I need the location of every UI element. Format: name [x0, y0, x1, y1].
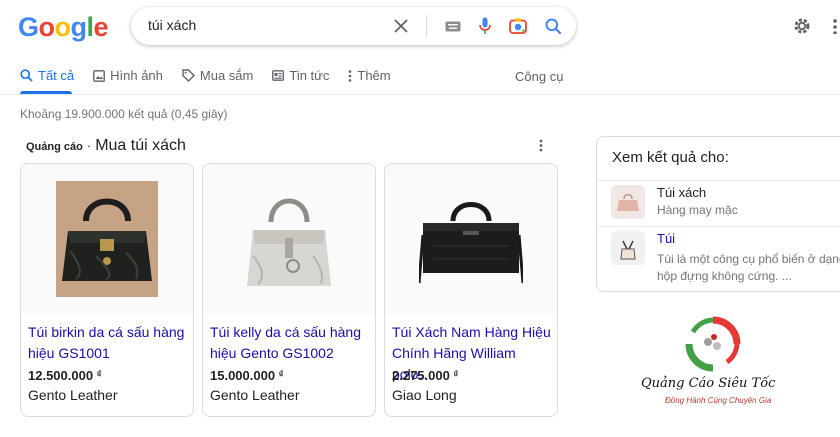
search-divider: [426, 15, 427, 37]
search-input[interactable]: túi xách: [148, 17, 196, 33]
gear-icon[interactable]: [792, 16, 812, 36]
tab-label: Thêm: [357, 68, 391, 83]
microphone-icon[interactable]: [479, 17, 491, 35]
price-value: 15.000.000: [210, 368, 276, 383]
search-tabs: Tất cả Hình ảnh Mua sắm Tin tức Thêm: [20, 68, 410, 83]
tab-shopping[interactable]: Mua sắm: [182, 68, 253, 83]
tab-label: Mua sắm: [199, 68, 254, 83]
product-store: Gento Leather: [210, 387, 300, 403]
product-price: 15.000.000 ₫: [210, 368, 283, 383]
apps-grid-icon[interactable]: [832, 18, 840, 34]
tab-news[interactable]: Tin tức: [272, 68, 329, 83]
suggestion-description: Túi là một công cụ phổ biến ở dạng hộp đ…: [657, 251, 840, 285]
panel-title: Xem kết quả cho:: [612, 149, 729, 166]
suggestion-thumbnail: [611, 185, 645, 219]
product-card[interactable]: Túi kelly da cá sấu hàng hiệu Gento GS10…: [202, 163, 376, 417]
panel-divider: [597, 180, 840, 181]
product-price: 12.500.000 ₫: [28, 368, 101, 383]
product-card[interactable]: Túi Xách Nam Hàng Hiệu Chính Hãng Willia…: [384, 163, 558, 417]
tab-label: Tất cả: [38, 68, 75, 83]
google-logo[interactable]: Google: [18, 12, 109, 43]
suggestion-item[interactable]: Túi Túi là một công cụ phổ biến ở dạng h…: [611, 231, 840, 287]
tab-more[interactable]: Thêm: [348, 68, 391, 83]
watermark-logo: Quảng Cáo Siêu Tốc Đồng Hành Cùng Chuyên…: [625, 316, 795, 416]
currency-symbol: ₫: [96, 369, 102, 379]
panel-divider: [597, 226, 840, 227]
logo-letter: g: [70, 12, 88, 42]
search-icon: [20, 69, 33, 82]
product-card[interactable]: Túi birkin da cá sấu hàng hiệu GS1001 12…: [20, 163, 194, 417]
watermark-emblem-icon: [685, 316, 741, 372]
currency-symbol: ₫: [278, 369, 284, 379]
ads-header: Quảng cáo · Mua túi xách: [26, 137, 186, 155]
suggestion-item[interactable]: Túi xách Hàng may mặc: [611, 185, 840, 223]
tag-icon: [182, 69, 195, 82]
product-image[interactable]: [385, 164, 557, 314]
currency-symbol: ₫: [453, 369, 459, 379]
tab-label: Tin tức: [289, 68, 330, 83]
clear-icon[interactable]: [394, 19, 408, 33]
news-icon: [272, 70, 285, 81]
product-price: 2.275.000 ₫: [392, 368, 458, 383]
product-image[interactable]: [203, 164, 375, 314]
search-box[interactable]: túi xách: [131, 7, 576, 45]
price-value: 2.275.000: [392, 368, 450, 383]
watermark-title: Quảng Cáo Siêu Tốc: [641, 376, 776, 391]
product-store: Gento Leather: [28, 387, 118, 403]
ads-label: Quảng cáo: [26, 141, 83, 153]
watermark-tagline: Đồng Hành Cùng Chuyên Gia: [665, 396, 772, 405]
search-icon[interactable]: [545, 18, 562, 35]
logo-letter: G: [18, 12, 39, 42]
image-icon: [93, 69, 106, 82]
suggestion-name[interactable]: Túi: [657, 231, 675, 246]
keyboard-icon[interactable]: [445, 21, 461, 32]
result-stats: Khoảng 19.900.000 kết quả (0,45 giây): [20, 107, 228, 121]
suggestion-thumbnail: [611, 231, 645, 265]
product-title[interactable]: Túi kelly da cá sấu hàng hiệu Gento GS10…: [210, 322, 372, 364]
logo-letter: e: [93, 12, 109, 42]
description-line: hộp đựng không cứng. ...: [657, 269, 792, 283]
suggestion-subtitle: Hàng may mặc: [657, 203, 738, 217]
tab-images[interactable]: Hình ảnh: [93, 68, 163, 83]
more-vert-icon: [348, 69, 352, 82]
price-value: 12.500.000: [28, 368, 94, 383]
tab-all[interactable]: Tất cả: [20, 68, 74, 83]
product-store: Giao Long: [392, 387, 457, 403]
product-title[interactable]: Túi birkin da cá sấu hàng hiệu GS1001: [28, 322, 190, 364]
more-options-icon[interactable]: [539, 139, 543, 152]
tab-label: Hình ảnh: [110, 68, 163, 83]
see-results-panel: Xem kết quả cho: Túi xách Hàng may mặc T…: [596, 136, 840, 292]
ads-title: Mua túi xách: [95, 137, 186, 154]
logo-letter: o: [54, 12, 72, 42]
ads-separator: ·: [86, 138, 92, 153]
suggestion-name[interactable]: Túi xách: [657, 185, 706, 200]
header-divider: [0, 94, 840, 95]
camera-lens-icon[interactable]: [509, 18, 527, 34]
description-line: Túi là một công cụ phổ biến ở dạng: [657, 252, 840, 266]
logo-letter: l: [86, 12, 95, 42]
logo-letter: o: [38, 12, 56, 42]
tools-button[interactable]: Công cụ: [515, 69, 563, 84]
product-image[interactable]: [21, 164, 193, 314]
